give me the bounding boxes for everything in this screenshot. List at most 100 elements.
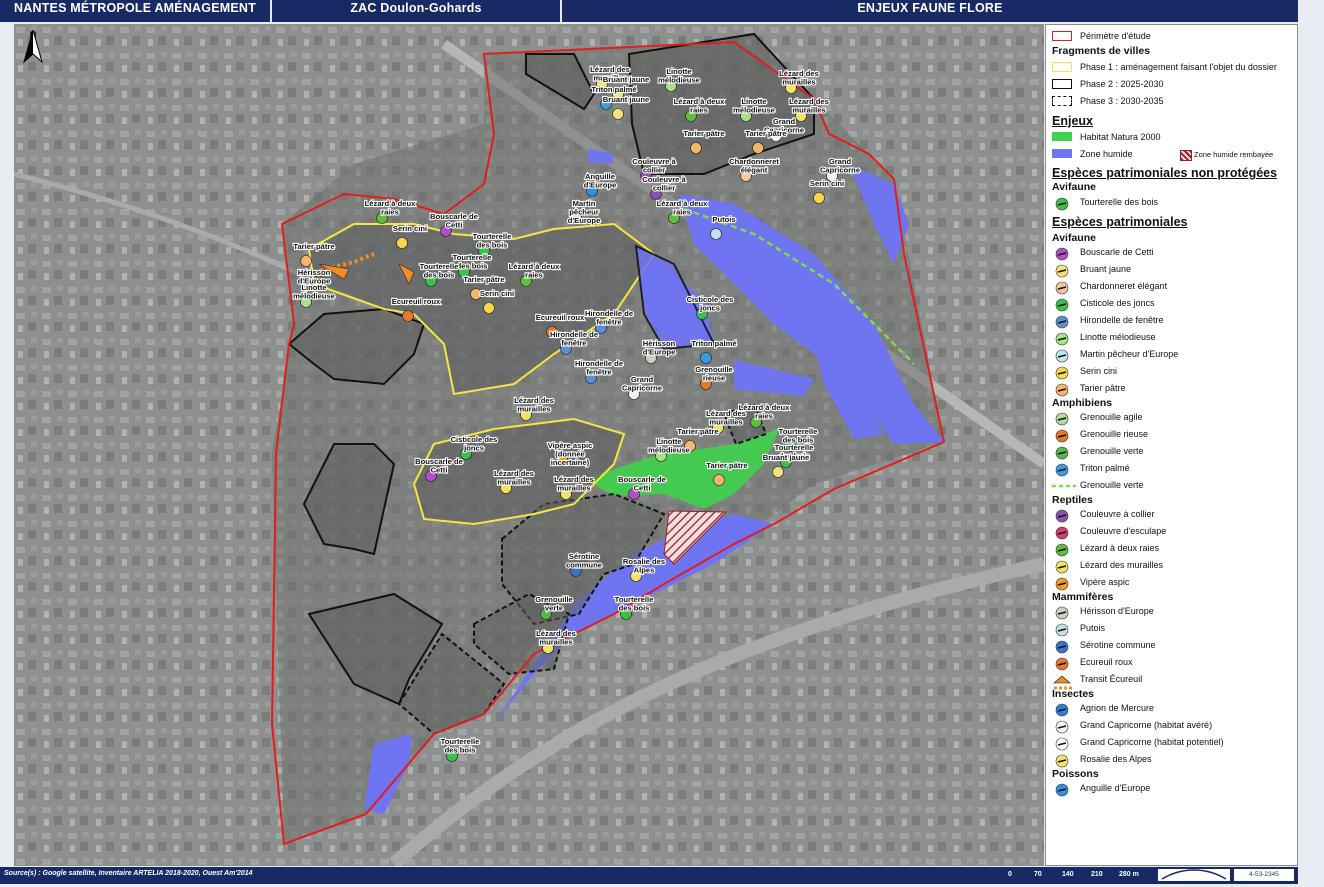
- species-icon: [1055, 332, 1069, 346]
- legend-group-title: Insectes: [1052, 688, 1095, 700]
- tourterelle-icon: [1055, 197, 1069, 211]
- species-map-label: Lézard des murailles: [779, 69, 819, 87]
- species-icon: [1055, 720, 1069, 734]
- legend-species-row: Bruant jaune: [1046, 263, 1298, 278]
- species-map-label: Tourterelle des bois: [473, 232, 512, 250]
- legend-label: Cisticole des joncs: [1080, 298, 1155, 308]
- legend-species-row: Cisticole des joncs: [1046, 297, 1298, 312]
- avifaune-np-title: Avifaune: [1052, 181, 1096, 193]
- legend-species-row: Triton palmé: [1046, 462, 1298, 477]
- species-marker-icon[interactable]: [300, 255, 312, 267]
- legend-species-row: Grand Capricorne (habitat avéré): [1046, 719, 1298, 734]
- legend-species-row: Lézard à deux raies: [1046, 542, 1298, 557]
- scale-140: 140: [1062, 871, 1074, 878]
- legend-species-row: Grenouille agile: [1046, 411, 1298, 426]
- header-bar: NANTES MÉTROPOLE AMÉNAGEMENT ZAC Doulon-…: [0, 0, 1298, 22]
- species-icon: [1055, 606, 1069, 620]
- legend-label: Couleuvre à collier: [1080, 509, 1155, 519]
- species-map-label: Tourterelle des bois: [779, 427, 818, 445]
- species-map-label: Bruant jaune: [763, 453, 809, 462]
- map-canvas[interactable]: Lézard des murailles Linotte mélodieuse Brua…: [14, 24, 1044, 866]
- legend-label: Grand Capricorne (habitat potentiel): [1080, 737, 1224, 747]
- species-marker-icon[interactable]: [396, 237, 408, 249]
- species-map-label: Tarier pâtre: [293, 242, 334, 251]
- species-marker-icon[interactable]: [752, 142, 764, 154]
- legend-species-row: Grenouille rieuse: [1046, 428, 1298, 443]
- legend-label: Tarier pâtre: [1080, 383, 1126, 393]
- legend-species-row: Ecureuil roux: [1046, 656, 1298, 671]
- legend-label: Grand Capricorne (habitat avéré): [1080, 720, 1213, 730]
- species-marker-icon[interactable]: [813, 192, 825, 204]
- legend-label: Vipère aspic: [1080, 577, 1130, 587]
- legend-label: Bruant jaune: [1080, 264, 1132, 274]
- legend-species-row: Vipère aspic: [1046, 576, 1298, 591]
- legend-species-row: Bouscarle de Cetti: [1046, 246, 1298, 261]
- species-map-label: Lézard des murailles: [536, 629, 576, 647]
- zone-humide-remb-swatch: [1180, 150, 1192, 161]
- footer-bar: Source(s) : Google satellite, Inventaire…: [0, 867, 1298, 884]
- legend-species-row: Putois: [1046, 622, 1298, 637]
- legend-label: Transit Écureuil: [1080, 674, 1143, 684]
- legend-label: Phase 2 : 2025-2030: [1080, 79, 1164, 89]
- species-icon: [1055, 703, 1069, 717]
- legend-label: Phase 3 : 2030-2035: [1080, 96, 1164, 106]
- species-map-label: Tarier pâtre: [706, 461, 747, 470]
- species-map-label: Ecureuil roux: [392, 297, 441, 306]
- species-icon: [1055, 737, 1069, 751]
- legend-label: Putois: [1080, 623, 1106, 633]
- company-logo: [1158, 869, 1230, 881]
- legend-label: Triton palmé: [1080, 463, 1130, 473]
- species-map-label: Tourterelle des bois: [615, 595, 654, 613]
- legend-species-row: Couleuvre à collier: [1046, 508, 1298, 523]
- map-svg: Lézard des muraillesLinotte mélodieuseBrua…: [14, 24, 1044, 866]
- natura-swatch: [1052, 132, 1072, 141]
- legend-species-row: Grenouille verte: [1046, 479, 1298, 493]
- legend-species-row: Anguille d'Europe: [1046, 782, 1298, 797]
- species-icon: [1055, 412, 1069, 426]
- species-map-label: Hérisson d'Europe: [643, 339, 676, 357]
- species-map-label: Tourterelle des bois: [420, 262, 459, 280]
- species-map-label: Tarier pâtre: [677, 427, 718, 436]
- species-map-label: Lézard des murailles: [514, 396, 554, 414]
- species-map-label: Tarier pâtre: [683, 129, 724, 138]
- species-marker-icon[interactable]: [690, 142, 702, 154]
- legend-label: Martin pêcheur d'Europe: [1080, 349, 1179, 359]
- species-marker-icon[interactable]: [483, 302, 495, 314]
- north-arrow: N: [22, 30, 44, 64]
- zone-humide-swatch: [1052, 149, 1072, 158]
- species-map-label: Tourterelle des bois: [441, 737, 480, 755]
- legend-label: Ecureuil roux: [1080, 657, 1133, 667]
- legend-group-title: Poissons: [1052, 768, 1099, 780]
- species-marker-icon[interactable]: [772, 466, 784, 478]
- legend-phase2: Phase 2 : 2025-2030: [1046, 78, 1298, 92]
- legend-group-title: Mammifères: [1052, 591, 1114, 603]
- legend-label: Sérotine commune: [1080, 640, 1156, 650]
- legend-label: Grenouille agile: [1080, 412, 1143, 422]
- legend-label: Hérisson d'Europe: [1080, 606, 1154, 616]
- logo-swoosh-icon: [1161, 869, 1227, 880]
- legend-species-row: Rosalie des Alpes: [1046, 753, 1298, 768]
- legend-species-row: Serin cini: [1046, 365, 1298, 380]
- species-icon: [1055, 429, 1069, 443]
- legend-label: Lézard des murailles: [1080, 560, 1164, 570]
- species-marker-icon[interactable]: [710, 228, 722, 240]
- species-marker-icon[interactable]: [402, 310, 414, 322]
- phase2-swatch: [1052, 79, 1072, 89]
- species-icon: [1055, 543, 1069, 557]
- species-icon: [1055, 657, 1069, 671]
- species-map-label: Tarier pâtre: [463, 275, 504, 284]
- species-map-label: Lézard des murailles: [789, 97, 829, 115]
- legend-species-row: Martin pêcheur d'Europe: [1046, 348, 1298, 363]
- legend-label: Rosalie des Alpes: [1080, 754, 1152, 764]
- species-marker-icon[interactable]: [612, 108, 624, 120]
- species-icon: [1055, 783, 1069, 797]
- species-marker-icon[interactable]: [700, 352, 712, 364]
- legend-label: Hirondelle de fenêtre: [1080, 315, 1164, 325]
- legend-species-row: Grenouille verte: [1046, 445, 1298, 460]
- scale-210: 210: [1091, 871, 1103, 878]
- scale-280: 280 m: [1119, 871, 1139, 878]
- phase1-swatch: [1052, 62, 1072, 72]
- species-map-label: Lézard des murailles: [554, 475, 594, 493]
- species-marker-icon[interactable]: [713, 474, 725, 486]
- species-icon: [1055, 298, 1069, 312]
